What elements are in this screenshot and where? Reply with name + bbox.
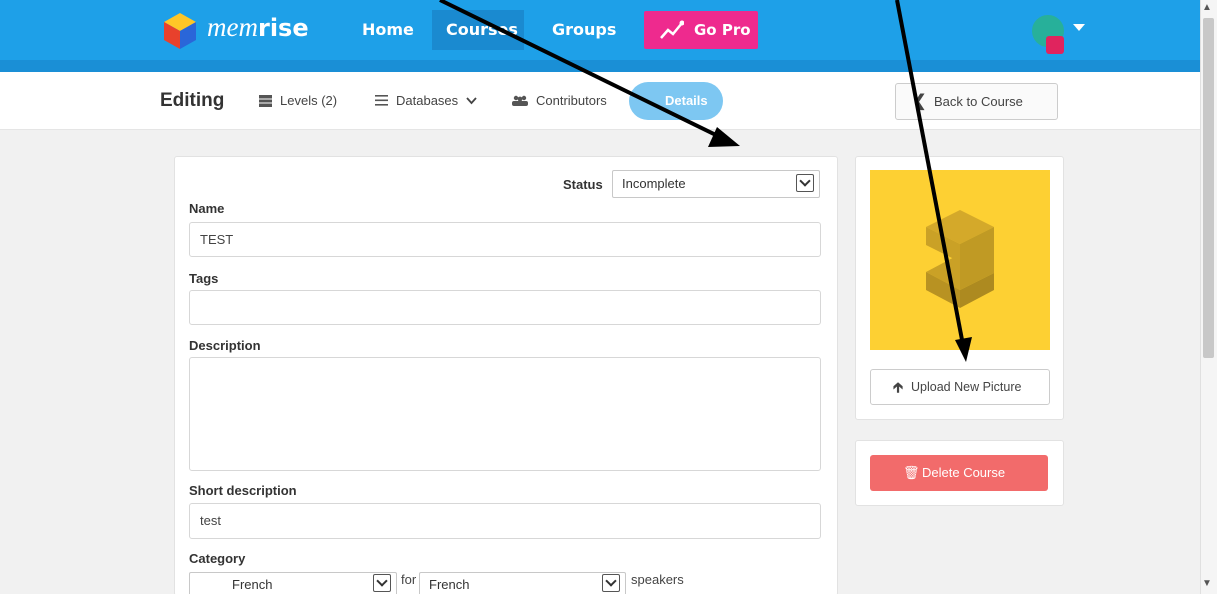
editing-title: Editing	[160, 90, 225, 111]
tab-details[interactable]: Details	[629, 82, 723, 120]
nav-courses[interactable]: Courses	[432, 10, 524, 50]
speakers-language-value: French	[429, 577, 470, 592]
trend-up-icon	[660, 20, 684, 39]
tab-contributors[interactable]: Contributors	[512, 93, 607, 108]
annotation-arrowhead-details	[708, 127, 740, 147]
for-text: for	[401, 572, 417, 587]
avatar-badge-icon	[1046, 36, 1064, 54]
tags-label: Tags	[189, 271, 219, 286]
memrise-wordmark[interactable]: memrise	[207, 12, 309, 43]
go-pro-button[interactable]: Go Pro	[644, 11, 758, 49]
category-label: Category	[189, 551, 246, 566]
dropdown-arrow-icon	[796, 174, 814, 192]
status-select[interactable]: Incomplete	[612, 170, 820, 198]
tab-levels-label: Levels (2)	[280, 93, 338, 108]
status-label: Status	[563, 177, 603, 192]
tab-databases[interactable]: Databases	[375, 93, 477, 108]
scroll-down-icon[interactable]: ▼	[1202, 578, 1212, 589]
caret-down-icon[interactable]	[1073, 24, 1085, 31]
tags-input[interactable]	[189, 290, 821, 325]
category-select[interactable]: French	[189, 572, 397, 594]
dropdown-arrow-icon	[373, 574, 391, 592]
chevron-left-icon: ❮	[913, 93, 927, 110]
delete-course-button[interactable]: 🗑 Delete Course	[870, 455, 1048, 491]
tab-levels[interactable]: Levels (2)	[259, 93, 337, 108]
menu-icon	[375, 95, 388, 106]
memrise-logo-icon[interactable]	[164, 13, 196, 49]
dropdown-arrow-icon	[602, 574, 620, 592]
name-label: Name	[189, 201, 225, 216]
course-image	[870, 170, 1050, 350]
upload-picture-label: Upload New Picture	[911, 380, 1022, 394]
description-textarea[interactable]	[189, 357, 821, 471]
nav-home[interactable]: Home	[348, 10, 428, 50]
navbar-strip	[0, 60, 1200, 72]
tab-details-label: Details	[665, 93, 708, 108]
nav-groups[interactable]: Groups	[538, 10, 630, 50]
back-to-course-button[interactable]: ❮ Back to Course	[895, 83, 1058, 120]
category-value: French	[232, 577, 273, 592]
delete-course-label: Delete Course	[922, 465, 1006, 480]
people-icon	[512, 95, 528, 106]
trash-icon: 🗑	[903, 465, 920, 480]
description-label: Description	[189, 338, 261, 353]
name-input[interactable]: TEST	[189, 222, 821, 257]
list-icon	[259, 94, 272, 107]
short-description-input[interactable]: test	[189, 503, 821, 539]
tab-databases-label: Databases	[396, 93, 459, 108]
short-description-label: Short description	[189, 483, 297, 498]
scroll-up-icon[interactable]: ▲	[1202, 2, 1212, 13]
upload-picture-button[interactable]: 🡱 Upload New Picture	[870, 369, 1050, 405]
speakers-text: speakers	[631, 572, 684, 587]
scrollbar-thumb[interactable]	[1203, 18, 1214, 358]
status-value: Incomplete	[622, 176, 686, 191]
tab-contributors-label: Contributors	[536, 93, 607, 108]
chevron-down-icon	[466, 96, 477, 104]
memrise-mark-icon	[926, 210, 994, 308]
go-pro-label: Go Pro	[694, 21, 751, 39]
back-to-course-label: Back to Course	[934, 94, 1023, 109]
arrow-up-icon: 🡱	[893, 379, 904, 395]
speakers-language-select[interactable]: French	[419, 572, 626, 594]
